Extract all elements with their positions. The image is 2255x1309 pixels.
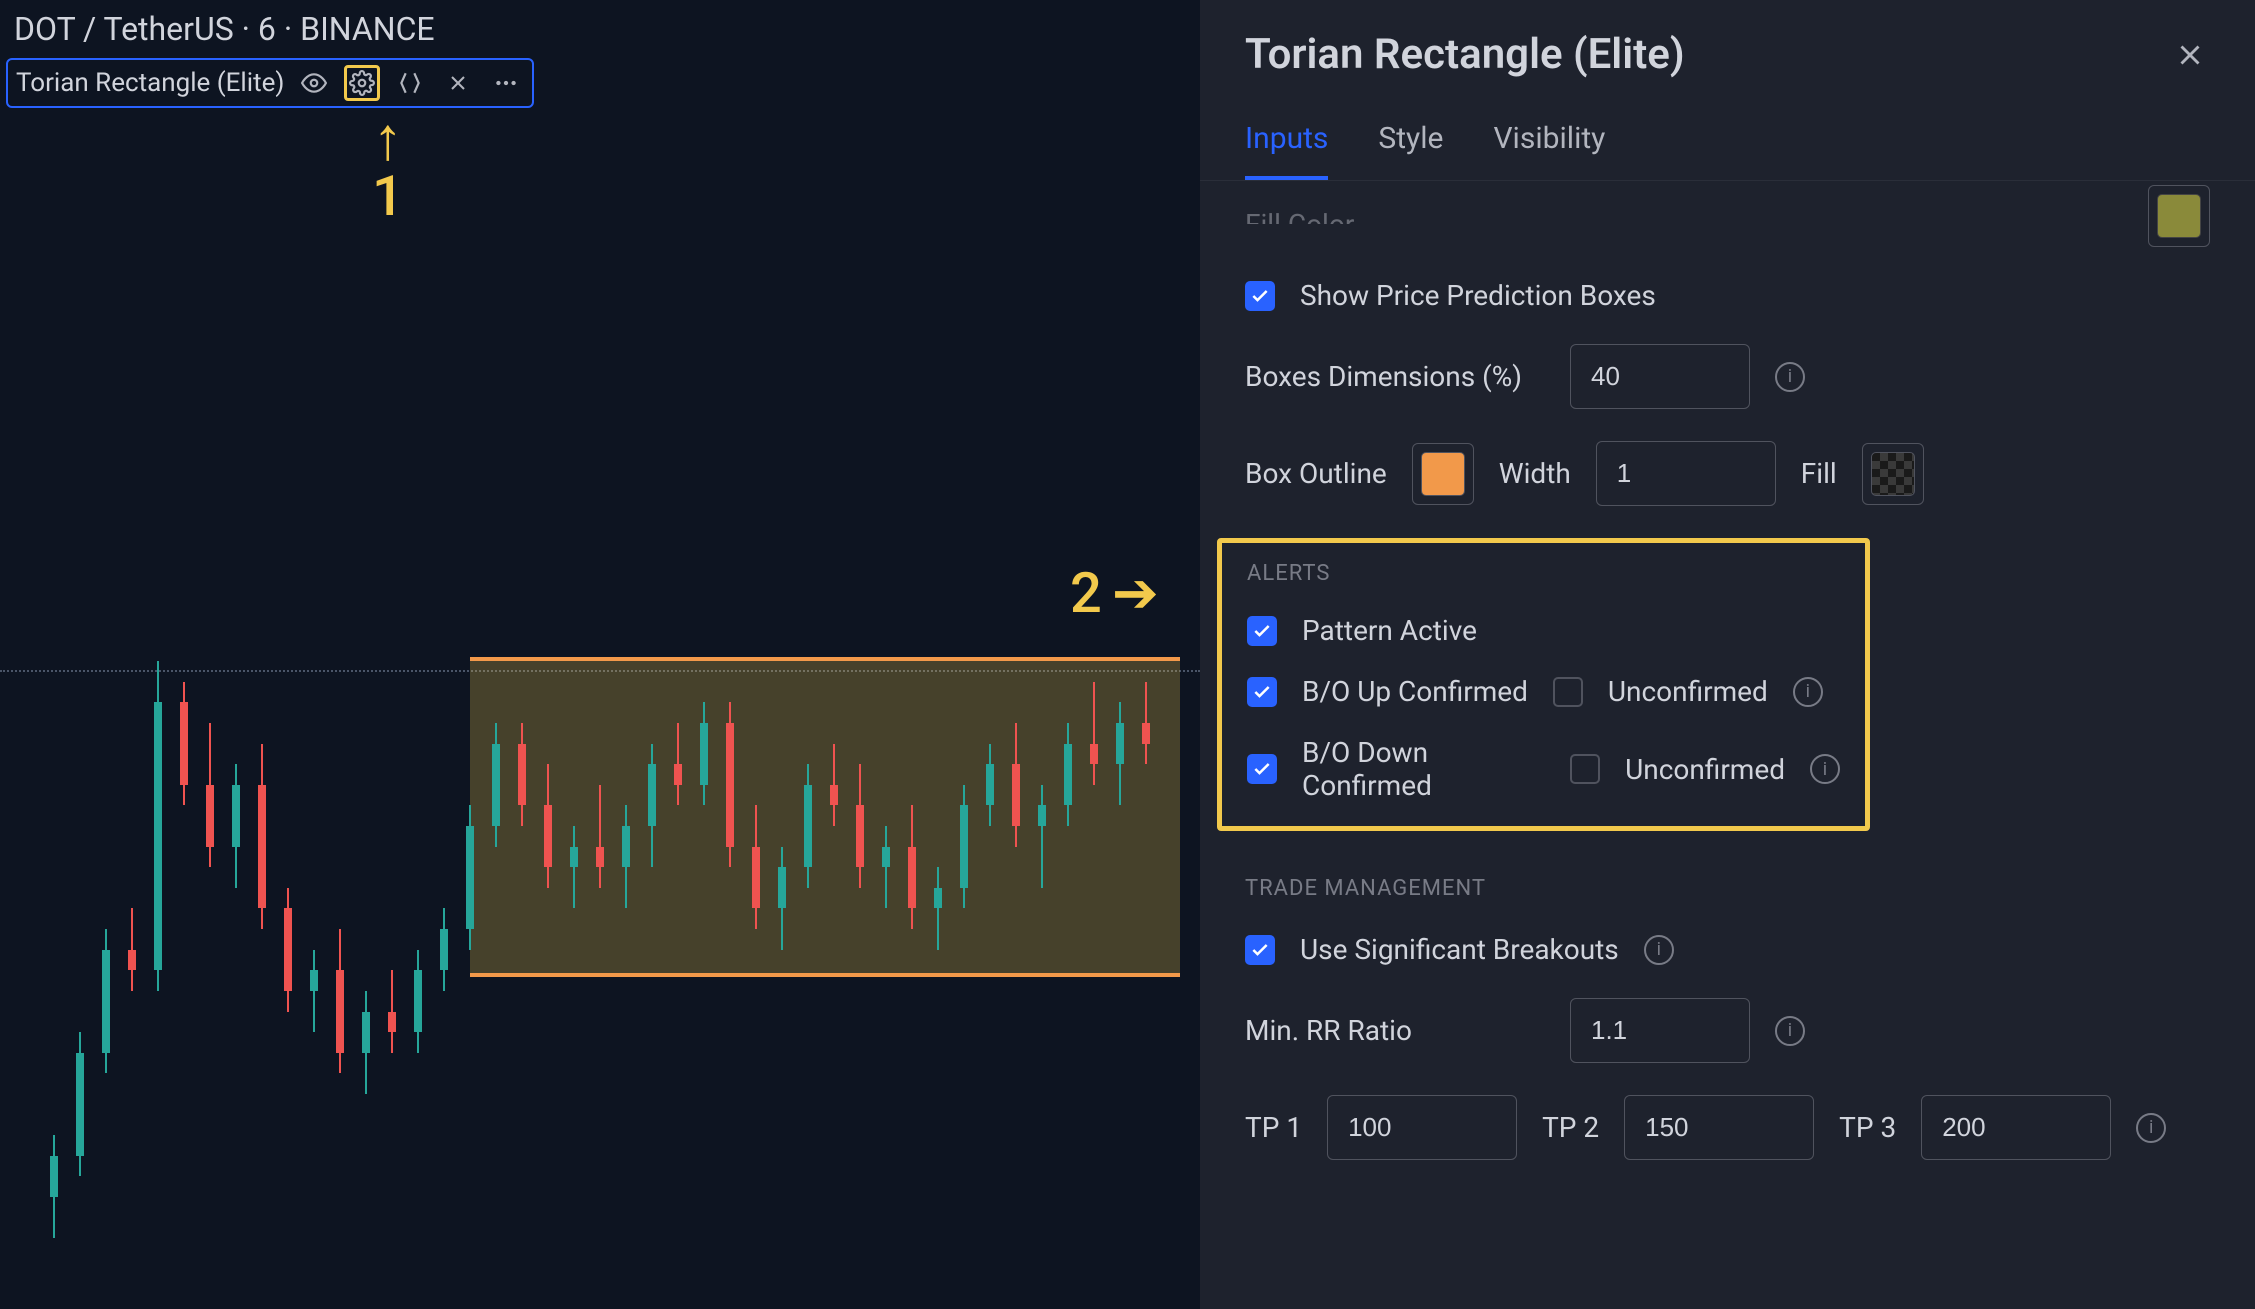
- bo-down-unconfirmed-label: Unconfirmed: [1625, 753, 1785, 786]
- fill-color-swatch[interactable]: [2157, 194, 2201, 238]
- chart-area[interactable]: DOT / TetherUS · 6 · BINANCE Torian Rect…: [0, 0, 1200, 1309]
- info-icon[interactable]: i: [1775, 362, 1805, 392]
- arrow-up-icon: ↑: [372, 115, 404, 163]
- alerts-section-highlight: ALERTS Pattern Active B/O Up Confirmed U…: [1217, 538, 1870, 831]
- bo-down-unconfirmed-checkbox[interactable]: [1570, 754, 1600, 784]
- tab-inputs[interactable]: Inputs: [1245, 109, 1328, 180]
- annotation-2: 2 ➔: [1070, 560, 1159, 626]
- use-sig-breakouts-label: Use Significant Breakouts: [1300, 933, 1619, 966]
- alerts-heading: ALERTS: [1247, 561, 1840, 586]
- eye-icon[interactable]: [296, 65, 332, 101]
- box-outline-label: Box Outline: [1245, 457, 1387, 490]
- chart-symbol-title[interactable]: DOT / TetherUS · 6 · BINANCE: [14, 10, 435, 48]
- info-icon[interactable]: i: [1775, 1016, 1805, 1046]
- tp3-input[interactable]: [1921, 1095, 2111, 1160]
- tab-visibility[interactable]: Visibility: [1493, 109, 1605, 180]
- candlestick-chart[interactable]: [50, 620, 1200, 1300]
- panel-title: Torian Rectangle (Elite): [1245, 30, 1685, 79]
- gear-icon[interactable]: [344, 65, 380, 101]
- close-icon[interactable]: [440, 65, 476, 101]
- indicator-legend[interactable]: Torian Rectangle (Elite): [6, 58, 534, 108]
- arrow-right-icon: ➔: [1112, 560, 1159, 626]
- bo-up-unconfirmed-label: Unconfirmed: [1608, 675, 1768, 708]
- boxes-dim-input[interactable]: [1570, 344, 1750, 409]
- indicator-name: Torian Rectangle (Elite): [16, 68, 284, 98]
- info-icon[interactable]: i: [2136, 1113, 2166, 1143]
- use-sig-breakouts-checkbox[interactable]: [1245, 935, 1275, 965]
- panel-close-button[interactable]: [2170, 35, 2210, 75]
- fill-swatch[interactable]: [1871, 452, 1915, 496]
- bo-up-checkbox[interactable]: [1247, 677, 1277, 707]
- tp1-label: TP 1: [1245, 1111, 1302, 1144]
- bo-up-label: B/O Up Confirmed: [1302, 675, 1528, 708]
- info-icon[interactable]: i: [1810, 754, 1840, 784]
- outline-color-swatch[interactable]: [1421, 452, 1465, 496]
- trade-mgmt-heading: TRADE MANAGEMENT: [1245, 876, 2210, 901]
- tabs: Inputs Style Visibility: [1200, 109, 2255, 181]
- bo-down-label: B/O Down Confirmed: [1302, 736, 1545, 802]
- width-input[interactable]: [1596, 441, 1776, 506]
- tp2-input[interactable]: [1624, 1095, 1814, 1160]
- tp1-input[interactable]: [1327, 1095, 1517, 1160]
- annotation-1: ↑ 1: [372, 115, 404, 229]
- fill-color-label: Fill Color: [1245, 208, 1354, 224]
- tp2-label: TP 2: [1542, 1111, 1599, 1144]
- show-boxes-checkbox[interactable]: [1245, 281, 1275, 311]
- boxes-dim-label: Boxes Dimensions (%): [1245, 360, 1545, 393]
- pattern-active-checkbox[interactable]: [1247, 616, 1277, 646]
- tp3-label: TP 3: [1839, 1111, 1896, 1144]
- tab-style[interactable]: Style: [1378, 109, 1443, 180]
- pattern-active-label: Pattern Active: [1302, 614, 1477, 647]
- min-rr-input[interactable]: [1570, 998, 1750, 1063]
- info-icon[interactable]: i: [1793, 677, 1823, 707]
- bo-up-unconfirmed-checkbox[interactable]: [1553, 677, 1583, 707]
- info-icon[interactable]: i: [1644, 935, 1674, 965]
- bo-down-checkbox[interactable]: [1247, 754, 1277, 784]
- show-boxes-label: Show Price Prediction Boxes: [1300, 279, 1656, 312]
- fill-label: Fill: [1801, 457, 1837, 490]
- min-rr-label: Min. RR Ratio: [1245, 1014, 1545, 1047]
- more-icon[interactable]: [488, 65, 524, 101]
- settings-panel: Torian Rectangle (Elite) Inputs Style Vi…: [1200, 0, 2255, 1309]
- width-label: Width: [1499, 457, 1571, 490]
- source-code-icon[interactable]: [392, 65, 428, 101]
